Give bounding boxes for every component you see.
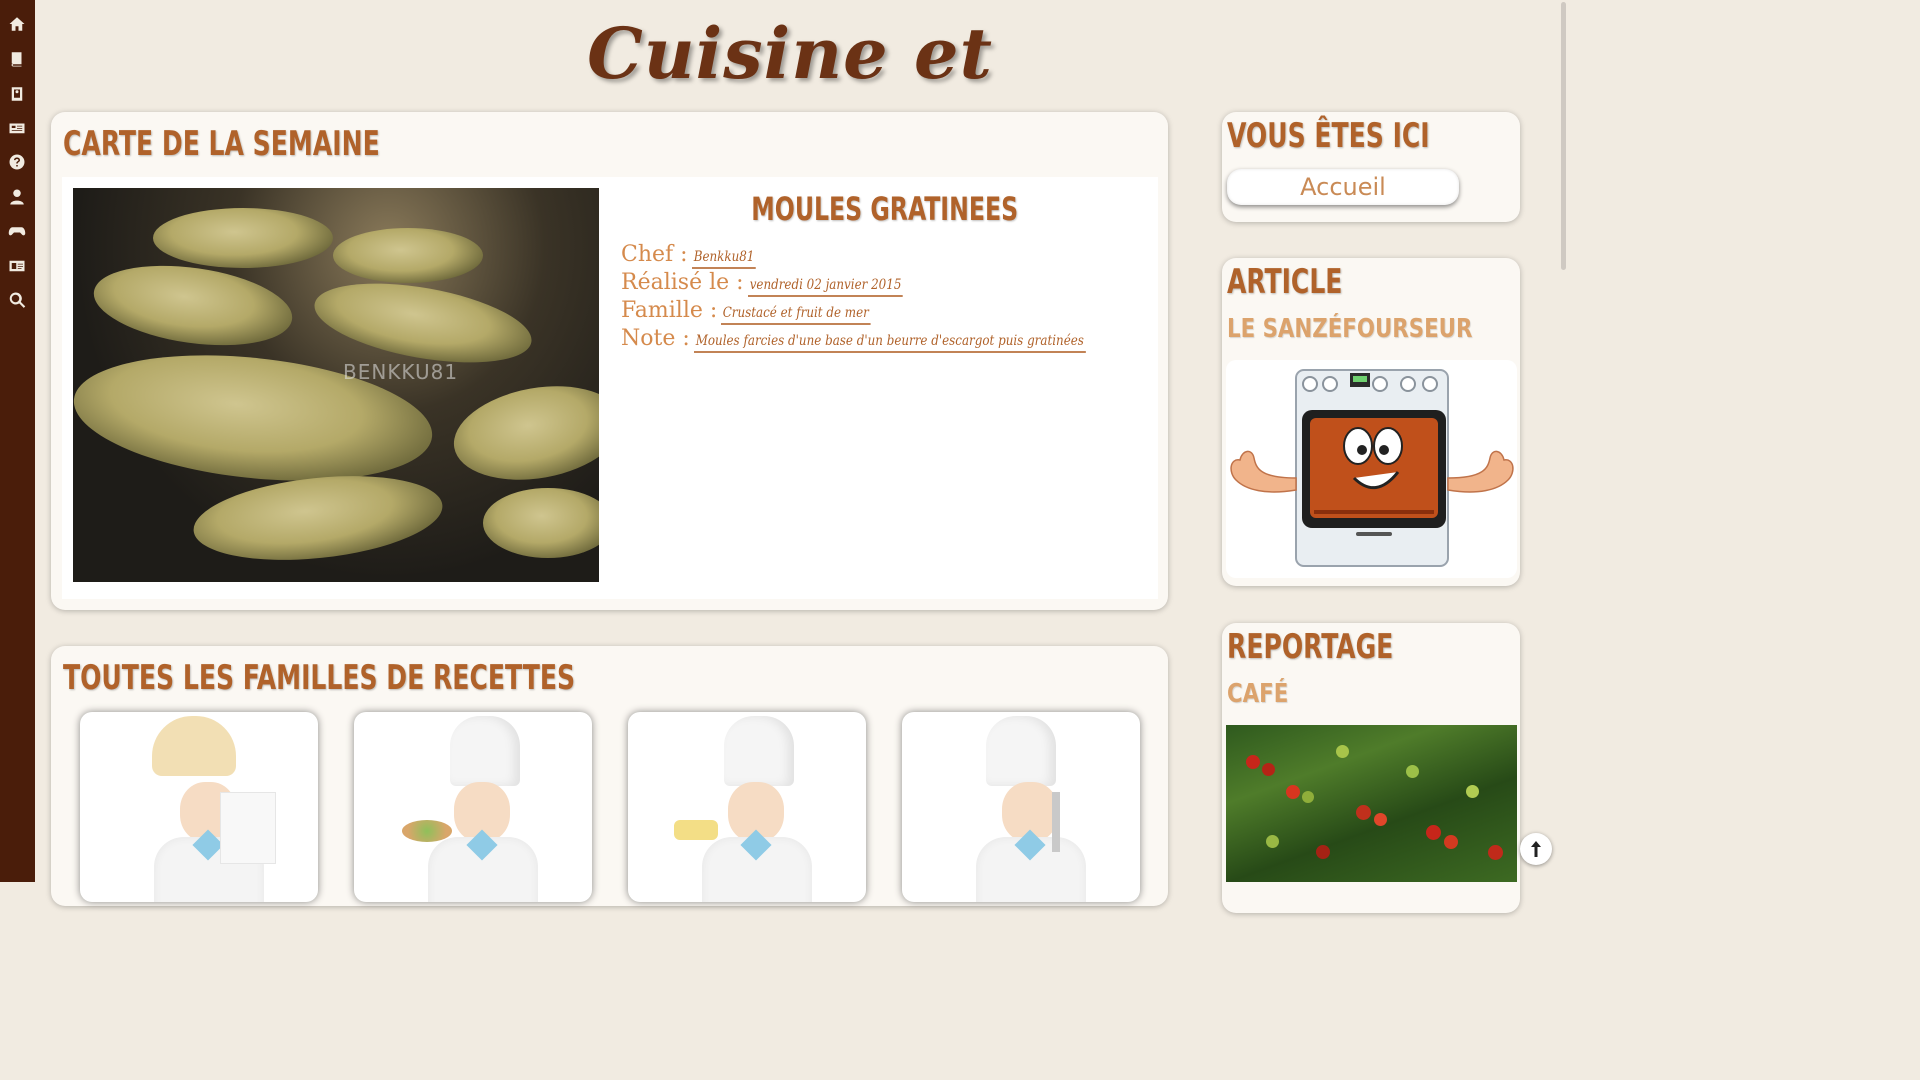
recipe-name-wrap: Moules Gratinees [620,190,1150,228]
families-heading: Toutes les familles de recettes [63,658,576,698]
note-line: Note : Moules farcies d'une base d'un beu… [621,326,1154,353]
chef-line: Chef : Benkku81 [621,242,767,269]
photo-detail [446,373,599,493]
family-card-3[interactable] [628,712,866,902]
note-label: Note : [621,326,690,351]
photo-detail [1286,785,1300,799]
chef-label: Chef : [621,242,688,267]
utensil-illustration [1052,792,1060,852]
oven-illustration[interactable] [1226,360,1517,578]
sidebar [0,0,35,882]
note-value: Moules farcies d'une base d'un beurre d'… [693,333,1086,353]
oven-drawing [1230,369,1514,567]
chef-illustration [152,716,236,776]
photo-watermark: BENKKU81 [343,360,459,384]
photo-detail [1466,785,1479,798]
coffee-photo[interactable] [1226,725,1517,882]
id-card-icon[interactable] [6,255,28,277]
photo-detail [1426,825,1441,840]
family-card-1[interactable] [80,712,318,902]
family-value[interactable]: Crustacé et fruit de mer [721,305,871,325]
scrollbar-thumb[interactable] [1561,2,1566,270]
photo-detail [88,254,298,357]
date-line: Réalisé le : vendredi 02 janvier 2015 [621,270,930,297]
recipe-name[interactable]: Moules Gratinees [752,190,1019,228]
photo-detail [1356,805,1371,820]
photo-detail [1266,835,1279,848]
search-icon[interactable] [6,289,28,311]
reportage-heading: Reportage [1227,627,1394,667]
article-heading: Article [1227,262,1343,302]
photo-detail [1246,755,1260,769]
site-title[interactable]: Cuisine et Traditions [470,4,1110,195]
date-value: vendredi 02 janvier 2015 [747,277,903,297]
photo-detail [1262,763,1275,776]
family-card-2[interactable] [354,712,592,902]
chef-value[interactable]: Benkku81 [691,249,756,269]
salad-illustration [402,820,452,842]
photo-detail [483,488,599,558]
book-icon[interactable] [6,48,28,70]
back-to-top-button[interactable] [1520,833,1552,865]
chef-illustration [450,716,520,786]
weekly-heading: Carte de la semaine [63,124,380,164]
article-title[interactable]: Le Sanzéfourseur [1227,314,1472,344]
recipe-photo[interactable]: BENKKU81 [73,188,599,582]
dessert-illustration [674,820,718,840]
paper-illustration [220,792,276,864]
chef-illustration [724,716,794,786]
photo-detail [1336,745,1349,758]
recipe-book-icon[interactable] [6,83,28,105]
photo-detail [1444,835,1458,849]
photo-detail [333,228,483,283]
photo-detail [1316,845,1330,859]
chef-illustration [986,716,1056,786]
photo-detail [1406,765,1419,778]
question-icon[interactable] [6,151,28,173]
gamepad-icon[interactable] [6,220,28,242]
photo-detail [1488,845,1503,860]
arrow-up-icon [1531,841,1541,857]
photo-detail [1302,791,1314,803]
reportage-title[interactable]: Café [1227,679,1288,709]
photo-detail [1374,813,1387,826]
photo-detail [153,208,333,268]
family-card-4[interactable] [902,712,1140,902]
newspaper-icon[interactable] [6,117,28,139]
home-icon[interactable] [6,13,28,35]
photo-detail [189,465,447,571]
family-label: Famille : [621,298,718,323]
user-icon[interactable] [6,186,28,208]
family-line: Famille : Crustacé et fruit de mer [621,298,897,325]
date-label: Réalisé le : [621,270,744,295]
breadcrumb[interactable]: Accueil [1227,169,1459,205]
page-scrollbar[interactable] [1559,0,1568,882]
location-heading: Vous êtes ici [1227,116,1430,156]
